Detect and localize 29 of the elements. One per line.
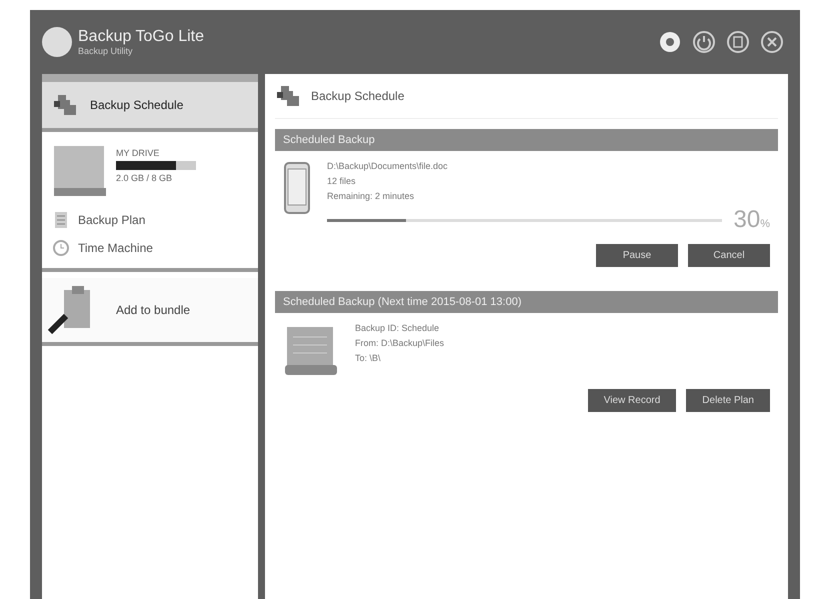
- detail-text: Backup ID: Schedule: [355, 323, 440, 333]
- action-button[interactable]: View Record: [588, 389, 676, 412]
- power-icon[interactable]: [692, 30, 716, 54]
- device-name: MY DRIVE: [116, 148, 160, 158]
- clock-icon: [52, 239, 70, 257]
- page-title: Backup Schedule: [311, 89, 404, 103]
- sidebar-item[interactable]: Backup Schedule: [42, 82, 258, 128]
- phone-icon: [283, 161, 311, 215]
- progress-percent: 30%: [734, 206, 770, 234]
- close-icon[interactable]: [760, 30, 784, 54]
- window-subtitle: Backup Utility: [78, 46, 134, 56]
- detail-text: 12 files: [327, 176, 357, 186]
- detail-text: Remaining: 2 minutes: [327, 191, 416, 201]
- section-header: Scheduled Backup (Next time 2015-08-01 13:00): [275, 291, 778, 313]
- window-title: Backup ToGo Lite: [78, 28, 204, 46]
- sidebar-item[interactable]: Add to bundle: [42, 278, 258, 342]
- detail-text: From: D:\Backup\Files: [355, 338, 446, 348]
- list-icon: [52, 211, 70, 229]
- document-icon[interactable]: [726, 30, 750, 54]
- detail-text: D:\Backup\Documents\file.doc: [327, 161, 449, 171]
- logo-icon: [42, 27, 72, 57]
- action-button[interactable]: Cancel: [688, 244, 770, 267]
- detail-text: To: \B\: [355, 353, 382, 363]
- sidebar-link[interactable]: Backup Plan: [52, 206, 248, 234]
- usage-text: 2.0 GB / 8 GB: [116, 173, 174, 183]
- sidebar-link[interactable]: Time Machine: [52, 234, 248, 262]
- section-header: Scheduled Backup: [275, 129, 778, 151]
- action-button[interactable]: Pause: [596, 244, 678, 267]
- action-button[interactable]: Delete Plan: [686, 389, 770, 412]
